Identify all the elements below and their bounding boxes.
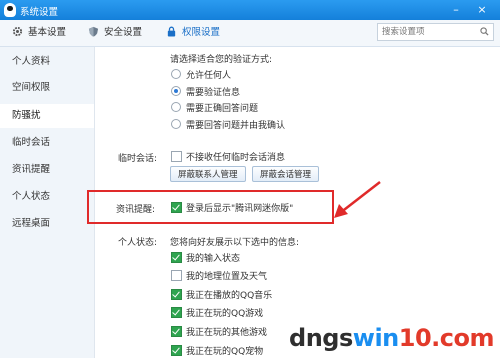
status-other-game-label: 我正在玩的其他游戏	[186, 328, 268, 338]
status-checkbox-other-game[interactable]	[171, 326, 182, 337]
radio-anyone-label: 允许任何人	[186, 71, 232, 81]
block-contacts-button[interactable]: 屏蔽联系人管理	[170, 166, 246, 182]
window-title: 系统设置	[20, 7, 59, 18]
sidebar-item-remote-desktop[interactable]: 远程桌面	[0, 212, 94, 236]
radio-answer-question-label: 需要正确回答问题	[186, 104, 259, 114]
shield-icon	[88, 26, 99, 37]
watermark-part1: dngs	[289, 324, 353, 352]
status-checkbox-typing[interactable]	[171, 252, 182, 263]
status-qq-pet-label: 我正在玩的QQ宠物	[186, 347, 264, 357]
watermark-part3: 10.com	[398, 324, 495, 352]
title-bar: 系统设置 – ×	[0, 0, 500, 20]
tab-permissions[interactable]: 权限设置	[166, 25, 220, 41]
radio-anyone[interactable]	[171, 69, 181, 79]
search-box[interactable]	[377, 23, 494, 41]
status-checkbox-qq-game[interactable]	[171, 307, 182, 318]
temp-session-checkbox[interactable]	[171, 151, 182, 162]
search-input[interactable]	[378, 24, 482, 40]
sidebar-item-space-permissions[interactable]: 空间权限	[0, 76, 94, 100]
verify-prompt: 请选择适合您的验证方式:	[170, 55, 273, 65]
tab-security[interactable]: 安全设置	[88, 25, 142, 41]
sidebar-item-temp-session[interactable]: 临时会话	[0, 131, 94, 155]
watermark: dngswin10.com	[289, 324, 494, 352]
status-checkbox-location[interactable]	[171, 270, 182, 281]
news-checkbox-label: 登录后显示"腾讯网迷你版"	[186, 204, 294, 214]
qq-logo-icon	[4, 3, 16, 17]
radio-answer-and-confirm-label: 需要回答问题并由我确认	[186, 121, 286, 131]
tab-permissions-label: 权限设置	[182, 27, 221, 38]
radio-need-verify-info[interactable]	[171, 86, 181, 96]
status-typing-label: 我的输入状态	[186, 254, 241, 264]
status-location-label: 我的地理位置及天气	[186, 272, 268, 282]
sidebar-item-status[interactable]: 个人状态	[0, 185, 94, 209]
sidebar-item-anti-harassment[interactable]: 防骚扰	[0, 104, 94, 128]
status-checkbox-music[interactable]	[171, 289, 182, 300]
search-icon[interactable]	[480, 27, 489, 36]
sidebar: 个人资料 空间权限 防骚扰 临时会话 资讯提醒 个人状态 远程桌面	[0, 47, 95, 358]
close-button[interactable]: ×	[474, 2, 490, 17]
tab-bar: 基本设置 安全设置 权限设置	[0, 20, 500, 47]
news-label: 资讯提醒:	[116, 205, 156, 215]
sidebar-item-news[interactable]: 资讯提醒	[0, 158, 94, 182]
sidebar-item-profile[interactable]: 个人资料	[0, 50, 94, 74]
gear-icon	[12, 26, 23, 37]
tab-basic[interactable]: 基本设置	[12, 25, 66, 41]
red-arrow-annotation	[334, 181, 381, 218]
status-checkbox-qq-pet[interactable]	[171, 345, 182, 356]
radio-need-verify-info-label: 需要验证信息	[186, 88, 241, 98]
temp-session-label: 临时会话:	[118, 154, 158, 164]
news-checkbox[interactable]	[171, 202, 182, 213]
minimize-button[interactable]: –	[448, 2, 464, 17]
radio-answer-question[interactable]	[171, 102, 181, 112]
lock-icon	[167, 26, 176, 37]
temp-session-checkbox-label: 不接收任何临时会话消息	[186, 153, 286, 163]
status-label: 个人状态:	[118, 238, 158, 248]
status-music-label: 我正在播放的QQ音乐	[186, 291, 273, 301]
block-sessions-button[interactable]: 屏蔽会话管理	[252, 166, 320, 182]
tab-security-label: 安全设置	[104, 27, 143, 38]
watermark-part2: win	[352, 324, 399, 352]
tab-basic-label: 基本设置	[28, 27, 67, 38]
radio-answer-and-confirm[interactable]	[171, 119, 181, 129]
status-description: 您将向好友展示以下选中的信息:	[170, 238, 300, 248]
status-qq-game-label: 我正在玩的QQ游戏	[186, 309, 264, 319]
